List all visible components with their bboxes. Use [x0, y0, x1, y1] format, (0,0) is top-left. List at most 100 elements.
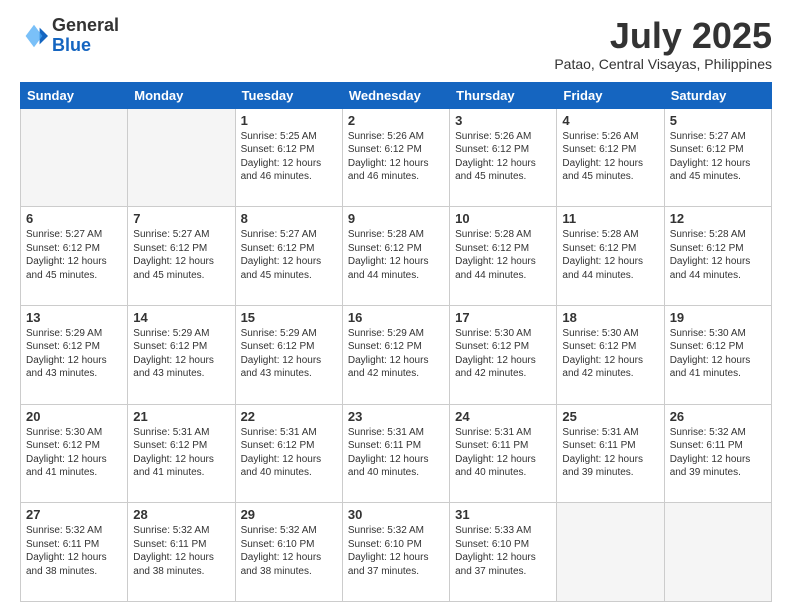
day-info: Sunrise: 5:31 AMSunset: 6:12 PMDaylight:…	[133, 426, 229, 480]
calendar-cell: 31 Sunrise: 5:33 AMSunset: 6:10 PMDayligh…	[450, 503, 557, 602]
calendar-cell: 20Sunrise: 5:30 AMSunset: 6:12 PMDayligh…	[21, 404, 128, 503]
day-info: Sunrise: 5:27 AMSunset: 6:12 PMDaylight:…	[26, 228, 122, 282]
calendar-subtitle: Patao, Central Visayas, Philippines	[554, 56, 772, 72]
calendar-cell: 10 Sunrise: 5:28 AMSunset: 6:12 PMDayligh…	[450, 207, 557, 306]
day-info: Sunrise: 5:32 AMSunset: 6:10 PMDaylight:…	[348, 524, 444, 578]
page: General Blue July 2025 Patao, Central Vi…	[0, 0, 792, 612]
day-number: 3	[455, 113, 551, 128]
day-number: 24	[455, 409, 551, 424]
weekday-header-row: SundayMondayTuesdayWednesdayThursdayFrid…	[21, 82, 772, 108]
calendar-cell	[664, 503, 771, 602]
day-number: 4	[562, 113, 658, 128]
logo: General Blue	[20, 16, 119, 56]
calendar-cell: 15 Sunrise: 5:29 AMSunset: 6:12 PMDayligh…	[235, 305, 342, 404]
day-number: 13	[26, 310, 122, 325]
day-info: Sunrise: 5:27 AMSunset: 6:12 PMDaylight:…	[241, 228, 337, 282]
calendar-cell: 14 Sunrise: 5:29 AMSunset: 6:12 PMDayligh…	[128, 305, 235, 404]
day-info: Sunrise: 5:26 AMSunset: 6:12 PMDaylight:…	[455, 130, 551, 184]
day-info: Sunrise: 5:28 AMSunset: 6:12 PMDaylight:…	[455, 228, 551, 282]
day-number: 30	[348, 507, 444, 522]
calendar-cell: 4 Sunrise: 5:26 AMSunset: 6:12 PMDaylight…	[557, 108, 664, 207]
day-number: 6	[26, 211, 122, 226]
day-number: 21	[133, 409, 229, 424]
week-row-3: 13 Sunrise: 5:29 AMSunset: 6:12 PMDayligh…	[21, 305, 772, 404]
calendar-cell: 6 Sunrise: 5:27 AMSunset: 6:12 PMDaylight…	[21, 207, 128, 306]
logo-general: General	[52, 15, 119, 35]
week-row-2: 6 Sunrise: 5:27 AMSunset: 6:12 PMDaylight…	[21, 207, 772, 306]
calendar-cell: 18 Sunrise: 5:30 AMSunset: 6:12 PMDayligh…	[557, 305, 664, 404]
weekday-header-tuesday: Tuesday	[235, 82, 342, 108]
day-number: 29	[241, 507, 337, 522]
calendar-cell: 19 Sunrise: 5:30 AMSunset: 6:12 PMDayligh…	[664, 305, 771, 404]
calendar-cell: 17 Sunrise: 5:30 AMSunset: 6:12 PMDayligh…	[450, 305, 557, 404]
day-info: Sunrise: 5:30 AMSunset: 6:12 PMDaylight:…	[455, 327, 551, 381]
calendar-cell: 24 Sunrise: 5:31 AMSunset: 6:11 PMDayligh…	[450, 404, 557, 503]
calendar-cell: 27Sunrise: 5:32 AMSunset: 6:11 PMDayligh…	[21, 503, 128, 602]
day-number: 16	[348, 310, 444, 325]
day-number: 25	[562, 409, 658, 424]
day-number: 14	[133, 310, 229, 325]
week-row-4: 20Sunrise: 5:30 AMSunset: 6:12 PMDayligh…	[21, 404, 772, 503]
day-number: 11	[562, 211, 658, 226]
weekday-header-friday: Friday	[557, 82, 664, 108]
day-info: Sunrise: 5:30 AMSunset: 6:12 PMDaylight:…	[562, 327, 658, 381]
header: General Blue July 2025 Patao, Central Vi…	[20, 16, 772, 72]
day-info: Sunrise: 5:31 AMSunset: 6:11 PMDaylight:…	[455, 426, 551, 480]
day-number: 15	[241, 310, 337, 325]
day-info: Sunrise: 5:25 AMSunset: 6:12 PMDaylight:…	[241, 130, 337, 184]
day-info: Sunrise: 5:32 AMSunset: 6:10 PMDaylight:…	[241, 524, 337, 578]
calendar-cell: 25 Sunrise: 5:31 AMSunset: 6:11 PMDayligh…	[557, 404, 664, 503]
calendar-cell: 16 Sunrise: 5:29 AMSunset: 6:12 PMDayligh…	[342, 305, 449, 404]
calendar-cell: 23 Sunrise: 5:31 AMSunset: 6:11 PMDayligh…	[342, 404, 449, 503]
day-number: 10	[455, 211, 551, 226]
calendar-cell: 22Sunrise: 5:31 AMSunset: 6:12 PMDayligh…	[235, 404, 342, 503]
day-number: 17	[455, 310, 551, 325]
day-info: Sunrise: 5:32 AMSunset: 6:11 PMDaylight:…	[26, 524, 122, 578]
day-info: Sunrise: 5:31 AMSunset: 6:11 PMDaylight:…	[562, 426, 658, 480]
title-block: July 2025 Patao, Central Visayas, Philip…	[554, 16, 772, 72]
day-info: Sunrise: 5:29 AMSunset: 6:12 PMDaylight:…	[348, 327, 444, 381]
calendar-cell: 30 Sunrise: 5:32 AMSunset: 6:10 PMDayligh…	[342, 503, 449, 602]
day-number: 31	[455, 507, 551, 522]
weekday-header-saturday: Saturday	[664, 82, 771, 108]
calendar-title: July 2025	[554, 16, 772, 56]
day-number: 8	[241, 211, 337, 226]
calendar-cell: 26Sunrise: 5:32 AMSunset: 6:11 PMDayligh…	[664, 404, 771, 503]
day-info: Sunrise: 5:29 AMSunset: 6:12 PMDaylight:…	[26, 327, 122, 381]
day-info: Sunrise: 5:26 AMSunset: 6:12 PMDaylight:…	[348, 130, 444, 184]
day-info: Sunrise: 5:29 AMSunset: 6:12 PMDaylight:…	[133, 327, 229, 381]
calendar-cell	[557, 503, 664, 602]
calendar-cell: 1Sunrise: 5:25 AMSunset: 6:12 PMDaylight…	[235, 108, 342, 207]
logo-icon	[20, 22, 48, 50]
calendar-cell: 11 Sunrise: 5:28 AMSunset: 6:12 PMDayligh…	[557, 207, 664, 306]
weekday-header-monday: Monday	[128, 82, 235, 108]
day-info: Sunrise: 5:33 AMSunset: 6:10 PMDaylight:…	[455, 524, 551, 578]
calendar-cell: 8 Sunrise: 5:27 AMSunset: 6:12 PMDaylight…	[235, 207, 342, 306]
day-number: 2	[348, 113, 444, 128]
day-number: 18	[562, 310, 658, 325]
day-info: Sunrise: 5:28 AMSunset: 6:12 PMDaylight:…	[562, 228, 658, 282]
week-row-1: 1Sunrise: 5:25 AMSunset: 6:12 PMDaylight…	[21, 108, 772, 207]
day-number: 19	[670, 310, 766, 325]
calendar-cell: 2 Sunrise: 5:26 AMSunset: 6:12 PMDaylight…	[342, 108, 449, 207]
day-info: Sunrise: 5:26 AMSunset: 6:12 PMDaylight:…	[562, 130, 658, 184]
calendar-cell: 7Sunrise: 5:27 AMSunset: 6:12 PMDaylight…	[128, 207, 235, 306]
week-row-5: 27Sunrise: 5:32 AMSunset: 6:11 PMDayligh…	[21, 503, 772, 602]
day-info: Sunrise: 5:28 AMSunset: 6:12 PMDaylight:…	[670, 228, 766, 282]
day-info: Sunrise: 5:30 AMSunset: 6:12 PMDaylight:…	[26, 426, 122, 480]
day-number: 23	[348, 409, 444, 424]
day-info: Sunrise: 5:30 AMSunset: 6:12 PMDaylight:…	[670, 327, 766, 381]
calendar-cell: 29 Sunrise: 5:32 AMSunset: 6:10 PMDayligh…	[235, 503, 342, 602]
calendar-cell: 28Sunrise: 5:32 AMSunset: 6:11 PMDayligh…	[128, 503, 235, 602]
day-info: Sunrise: 5:29 AMSunset: 6:12 PMDaylight:…	[241, 327, 337, 381]
day-number: 26	[670, 409, 766, 424]
calendar-cell	[21, 108, 128, 207]
calendar-cell: 13 Sunrise: 5:29 AMSunset: 6:12 PMDayligh…	[21, 305, 128, 404]
day-info: Sunrise: 5:31 AMSunset: 6:11 PMDaylight:…	[348, 426, 444, 480]
weekday-header-sunday: Sunday	[21, 82, 128, 108]
day-info: Sunrise: 5:31 AMSunset: 6:12 PMDaylight:…	[241, 426, 337, 480]
calendar-table: SundayMondayTuesdayWednesdayThursdayFrid…	[20, 82, 772, 602]
calendar-cell: 21 Sunrise: 5:31 AMSunset: 6:12 PMDayligh…	[128, 404, 235, 503]
day-info: Sunrise: 5:32 AMSunset: 6:11 PMDaylight:…	[133, 524, 229, 578]
weekday-header-wednesday: Wednesday	[342, 82, 449, 108]
